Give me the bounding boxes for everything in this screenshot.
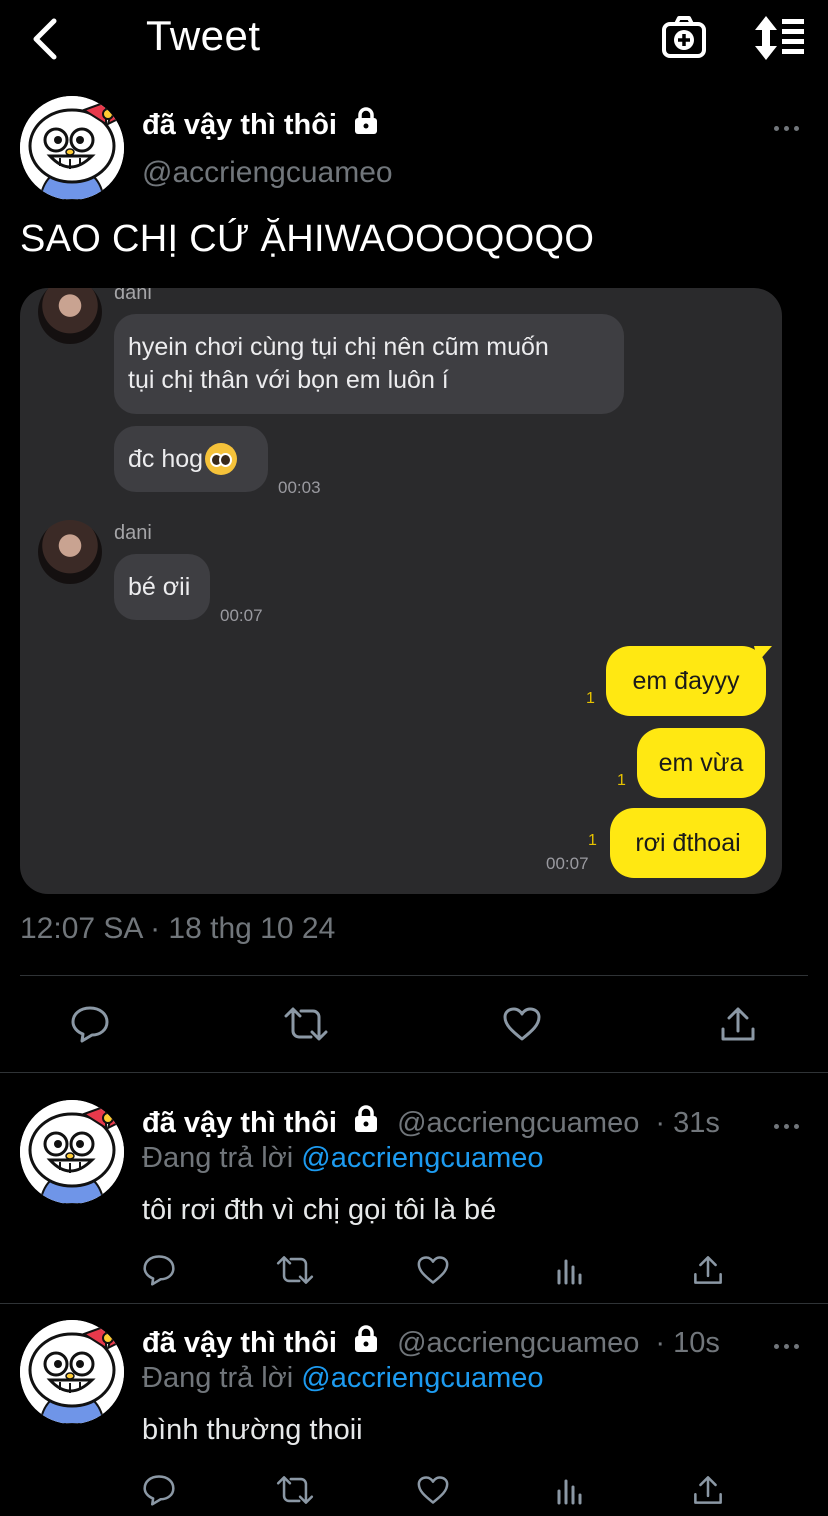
- chat-bubble-incoming: hyein chơi cùng tụi chị nên cũm muốn tụi…: [114, 314, 624, 414]
- mention-link[interactable]: @accriengcuameo: [301, 1362, 543, 1394]
- chat-sender-avatar: [38, 520, 102, 584]
- tweet-timestamp: 12:07 SA · 18 thg 10 24: [20, 912, 336, 945]
- tweet-text: SAO CHỊ CỨ ẶHIWAOOOQOQO: [20, 218, 595, 260]
- reply-header: đã vậy thì thôi @accriengcuameo · 31s: [142, 1104, 720, 1140]
- like-button[interactable]: [414, 1252, 452, 1288]
- tweet-age: · 10s: [655, 1327, 720, 1359]
- replying-to: Đang trả lời @accriengcuameo: [142, 1142, 544, 1174]
- chat-bubble-outgoing: em vừa: [637, 728, 765, 798]
- retweet-button[interactable]: [282, 1004, 330, 1044]
- tweet-age: · 31s: [655, 1107, 720, 1139]
- camera-button[interactable]: [660, 14, 708, 62]
- attached-chat-image[interactable]: dani hyein chơi cùng tụi chị nên cũm muố…: [20, 288, 782, 894]
- unread-count: 1: [586, 690, 595, 707]
- heart-icon: [503, 1007, 541, 1041]
- chat-bubble-incoming: đc hog: [114, 426, 268, 492]
- avatar[interactable]: [20, 1100, 124, 1204]
- reply-header: đã vậy thì thôi @accriengcuameo · 10s: [142, 1324, 720, 1360]
- reply-icon: [143, 1255, 175, 1286]
- divider: [0, 1072, 828, 1073]
- retweet-icon: [276, 1256, 314, 1284]
- lock-icon: [355, 1325, 378, 1352]
- avatar[interactable]: [20, 96, 124, 200]
- reply-icon: [143, 1475, 175, 1506]
- display-name[interactable]: đã vậy thì thôi: [142, 1327, 337, 1359]
- chat-timestamp: 00:07: [546, 854, 589, 873]
- chat-bubble-outgoing: em đayyy: [606, 646, 766, 716]
- unread-count: 1: [617, 772, 626, 789]
- chat-bubble-outgoing: rơi đthoai: [610, 808, 766, 878]
- mention-link[interactable]: @accriengcuameo: [301, 1142, 543, 1174]
- hello-kitty-avatar-icon: [20, 96, 124, 200]
- share-icon: [694, 1476, 722, 1504]
- more-options-button[interactable]: [766, 1336, 806, 1356]
- share-icon: [721, 1007, 755, 1041]
- reply-button[interactable]: [140, 1252, 178, 1288]
- user-handle[interactable]: @accriengcuameo: [397, 1327, 639, 1359]
- share-button[interactable]: [690, 1472, 726, 1508]
- reply-icon: [71, 1006, 109, 1043]
- share-icon: [694, 1256, 722, 1284]
- more-options-button[interactable]: [766, 118, 806, 138]
- heart-icon: [417, 1256, 449, 1284]
- views-button[interactable]: [552, 1472, 588, 1508]
- lock-icon: [355, 1105, 378, 1132]
- back-button[interactable]: [22, 14, 68, 64]
- lock-icon: [355, 107, 378, 134]
- sort-icon: [755, 16, 804, 60]
- hello-kitty-avatar-icon: [20, 1320, 124, 1424]
- chat-bubble-incoming: bé ơii: [114, 554, 210, 620]
- divider: [20, 975, 808, 976]
- tweet-text: bình thường thoii: [142, 1414, 363, 1446]
- like-button[interactable]: [500, 1004, 544, 1044]
- sort-button[interactable]: [752, 14, 808, 62]
- retweet-button[interactable]: [274, 1252, 316, 1288]
- chat-sender-name: dani: [114, 522, 152, 544]
- share-button[interactable]: [716, 1004, 760, 1044]
- analytics-icon: [557, 1479, 582, 1505]
- chat-timestamp: 00:03: [278, 478, 321, 497]
- tweet-text: tôi rơi đth vì chị gọi tôi là bé: [142, 1194, 497, 1226]
- replying-to: Đang trả lời @accriengcuameo: [142, 1362, 544, 1394]
- more-options-button[interactable]: [766, 1116, 806, 1136]
- chat-timestamp: 00:07: [220, 606, 263, 625]
- retweet-icon: [276, 1476, 314, 1504]
- retweet-button[interactable]: [274, 1472, 316, 1508]
- reply-button[interactable]: [140, 1472, 178, 1508]
- bubble-tail-icon: [754, 646, 772, 662]
- display-name[interactable]: đã vậy thì thôi: [142, 1107, 337, 1139]
- top-bar: Tweet: [0, 0, 828, 80]
- reply-tweet[interactable]: đã vậy thì thôi @accriengcuameo · 10s Đa…: [0, 1294, 828, 1516]
- display-name[interactable]: đã vậy thì thôi: [142, 106, 381, 142]
- retweet-icon: [284, 1007, 328, 1041]
- user-handle[interactable]: @accriengcuameo: [397, 1107, 639, 1139]
- reply-tweet[interactable]: đã vậy thì thôi @accriengcuameo · 31s Đa…: [0, 1074, 828, 1302]
- like-button[interactable]: [414, 1472, 452, 1508]
- analytics-icon: [557, 1259, 582, 1285]
- views-button[interactable]: [552, 1252, 588, 1288]
- chevron-left-icon: [33, 18, 57, 60]
- pleading-face-emoji-icon: [205, 443, 238, 475]
- page-title: Tweet: [146, 12, 261, 59]
- hello-kitty-avatar-icon: [20, 1100, 124, 1204]
- reply-button[interactable]: [68, 1004, 112, 1044]
- unread-count: 1: [588, 832, 597, 849]
- share-button[interactable]: [690, 1252, 726, 1288]
- camera-plus-icon: [662, 16, 706, 58]
- avatar[interactable]: [20, 1320, 124, 1424]
- chat-sender-avatar: [38, 288, 102, 344]
- heart-icon: [417, 1476, 449, 1504]
- user-handle[interactable]: @accriengcuameo: [142, 156, 393, 190]
- chat-sender-name: dani: [114, 288, 152, 304]
